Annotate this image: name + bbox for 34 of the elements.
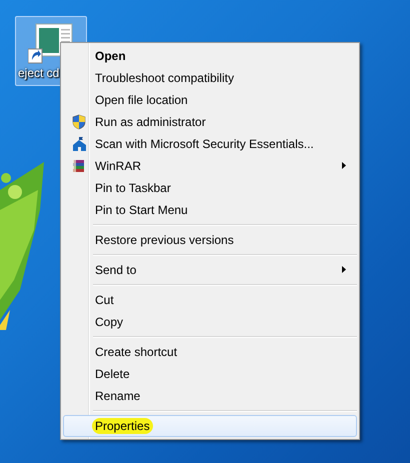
menu-item[interactable]: Pin to Start Menu [63,199,357,221]
menu-item[interactable]: Open file location [63,89,357,111]
menu-item-label: Open [95,48,126,64]
house-icon [72,136,86,152]
menu-item[interactable]: Rename [63,385,357,407]
books-icon [72,159,86,173]
menu-item[interactable]: Copy [63,311,357,333]
menu-item-label: Send to [95,262,136,278]
menu-item-label: Scan with Microsoft Security Essentials... [95,136,314,152]
menu-item-label: Pin to Start Menu [95,202,188,218]
menu-item-label: Properties [92,418,153,434]
menu-item-label: Copy [95,314,124,330]
menu-item[interactable]: Scan with Microsoft Security Essentials... [63,133,357,155]
menu-item[interactable]: Send to [63,259,357,281]
menu-item-label: Open file location [95,92,188,108]
menu-item-label: Create shortcut [95,344,178,360]
menu-item-label: Rename [95,388,140,404]
menu-item-label: Restore previous versions [95,232,234,248]
menu-item[interactable]: Pin to Taskbar [63,177,357,199]
menu-item-label: Run as administrator [95,114,206,130]
menu-item-label: WinRAR [95,158,142,174]
menu-item[interactable]: WinRAR [63,155,357,177]
menu-item-label: Pin to Taskbar [95,180,171,196]
menu-item[interactable]: Properties [63,415,357,437]
menu-item[interactable]: Create shortcut [63,341,357,363]
menu-item-label: Cut [95,292,114,308]
menu-item-label: Delete [95,366,130,382]
menu-item[interactable]: Cut [63,289,357,311]
menu-item-label: Troubleshoot compatibility [95,70,234,86]
shortcut-label: eject cd [17,66,60,80]
menu-item[interactable]: Run as administrator [63,111,357,133]
shield-icon [72,114,86,130]
menu-item[interactable]: Restore previous versions [63,229,357,251]
menu-item[interactable]: Delete [63,363,357,385]
